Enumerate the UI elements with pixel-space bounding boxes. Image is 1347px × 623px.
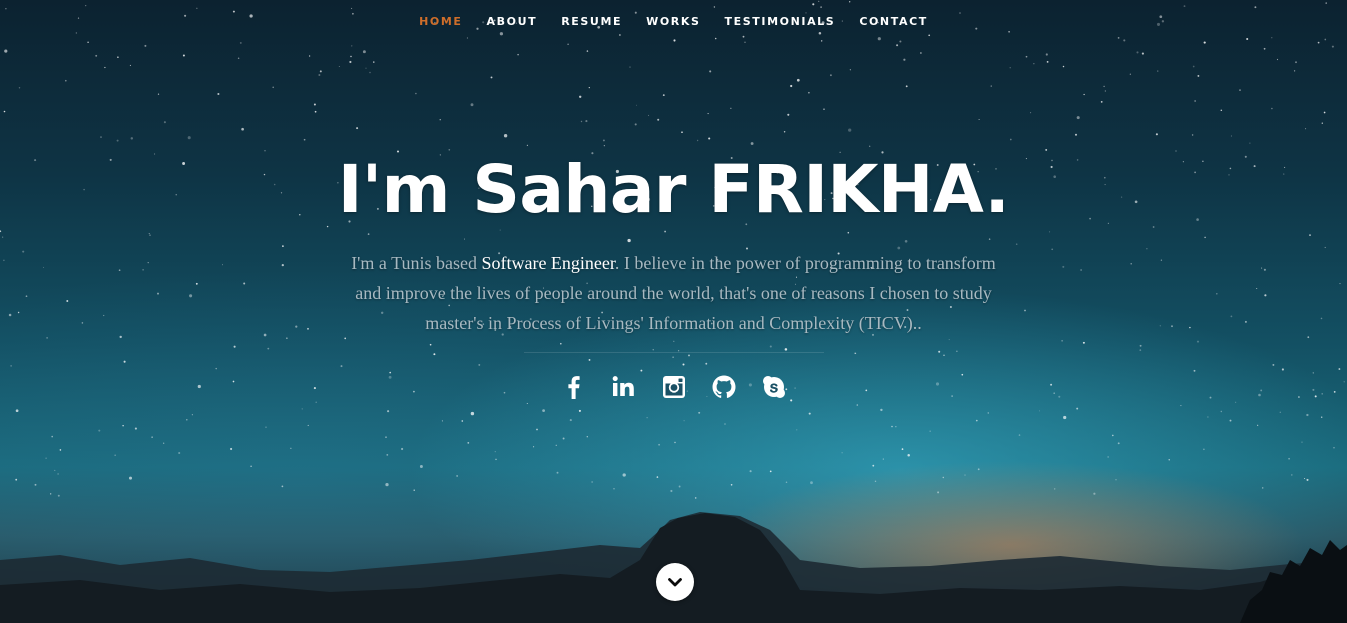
chevron-down-icon xyxy=(668,578,682,587)
divider xyxy=(523,352,824,353)
nav-item-resume[interactable]: RESUME xyxy=(561,14,622,30)
banner: I'm Sahar FRIKHA. I'm a Tunis based Soft… xyxy=(0,150,1347,401)
facebook-icon[interactable] xyxy=(560,373,588,401)
intro-highlight: Software Engineer xyxy=(481,253,615,273)
skype-icon[interactable] xyxy=(760,373,788,401)
linkedin-icon[interactable] xyxy=(610,373,638,401)
page-title: I'm Sahar FRIKHA. xyxy=(337,151,1010,228)
intro-text: I'm a Tunis based Software Engineer. I b… xyxy=(349,248,999,338)
nav-item-about[interactable]: ABOUT xyxy=(487,14,538,30)
social-links xyxy=(0,373,1347,401)
hero-section: HOME ABOUT RESUME WORKS TESTIMONIALS CON… xyxy=(0,0,1347,623)
nav-item-works[interactable]: WORKS xyxy=(646,14,700,30)
intro-prefix: I'm a Tunis based xyxy=(351,253,482,273)
scroll-down-button[interactable] xyxy=(656,563,694,601)
nav-item-home[interactable]: HOME xyxy=(419,14,462,30)
main-nav: HOME ABOUT RESUME WORKS TESTIMONIALS CON… xyxy=(0,14,1347,30)
nav-item-contact[interactable]: CONTACT xyxy=(859,14,928,30)
instagram-icon[interactable] xyxy=(660,373,688,401)
nav-item-testimonials[interactable]: TESTIMONIALS xyxy=(725,14,836,30)
github-icon[interactable] xyxy=(710,373,738,401)
